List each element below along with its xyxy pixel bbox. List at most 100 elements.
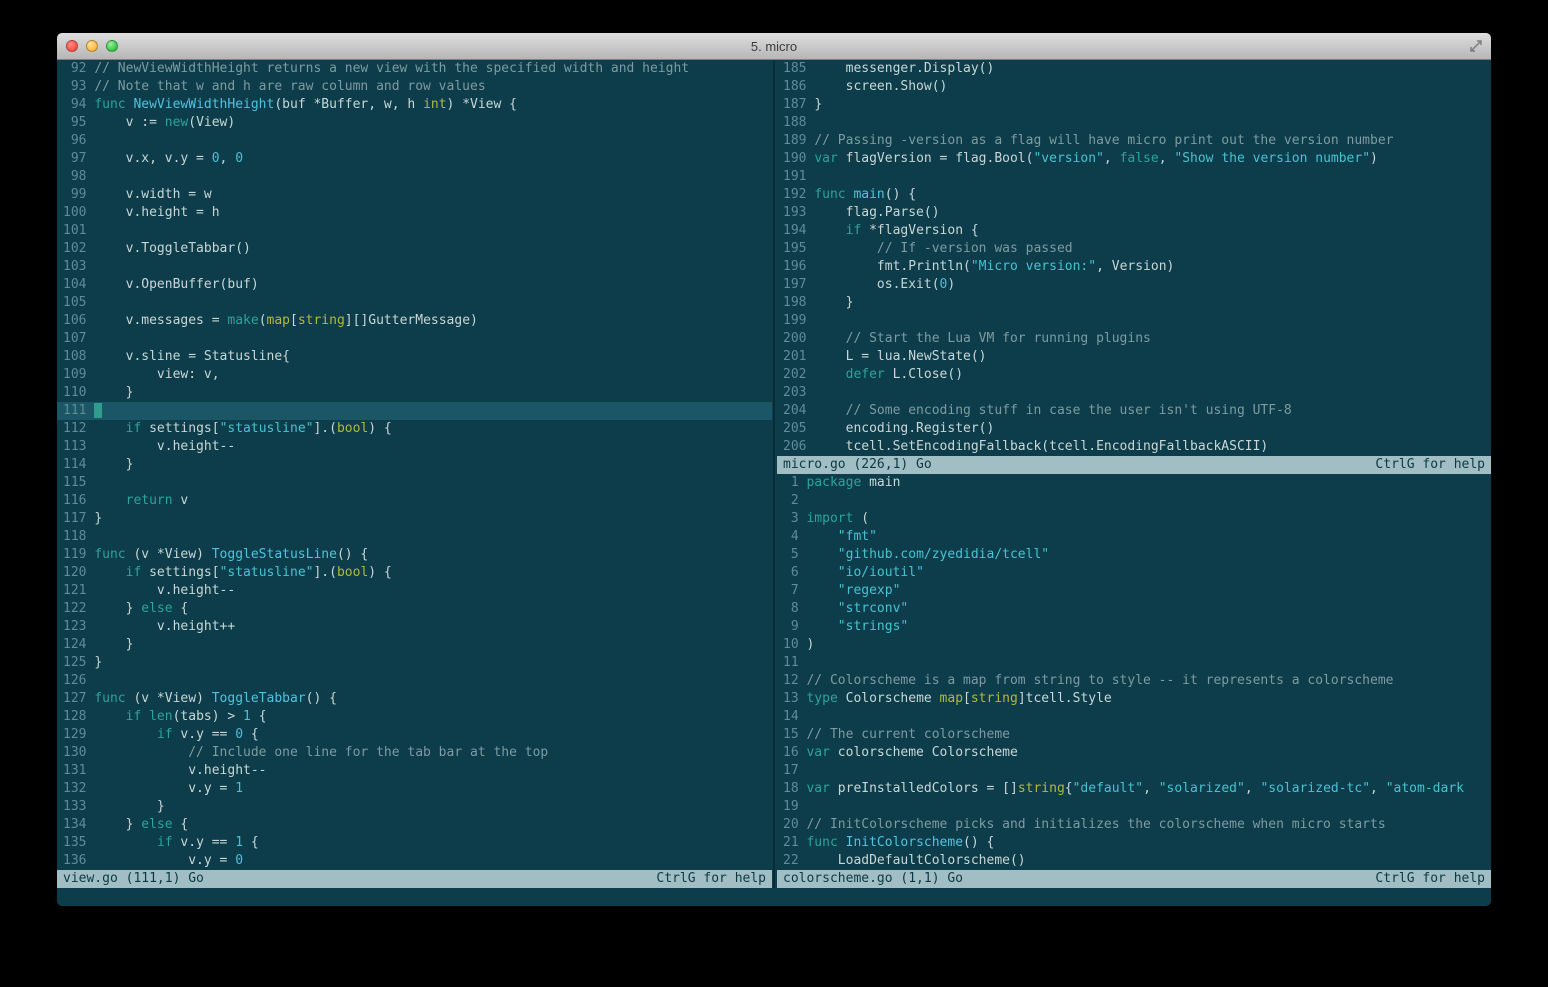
code-line[interactable]: 194 if *flagVersion { xyxy=(777,222,1491,240)
code-line[interactable]: 14 xyxy=(777,708,1491,726)
code-line[interactable]: 101 xyxy=(57,222,772,240)
close-button[interactable] xyxy=(66,40,78,52)
code-line[interactable]: 110 } xyxy=(57,384,772,402)
code-line[interactable]: 115 xyxy=(57,474,772,492)
code-line[interactable]: 96 xyxy=(57,132,772,150)
code-line[interactable]: 199 xyxy=(777,312,1491,330)
code-line[interactable]: 190 var flagVersion = flag.Bool("version… xyxy=(777,150,1491,168)
code-line[interactable]: 104 v.OpenBuffer(buf) xyxy=(57,276,772,294)
code-line[interactable]: 21 func InitColorscheme() { xyxy=(777,834,1491,852)
code-line[interactable]: 117 } xyxy=(57,510,772,528)
code-line[interactable]: 197 os.Exit(0) xyxy=(777,276,1491,294)
code-line[interactable]: 13 type Colorscheme map[string]tcell.Sty… xyxy=(777,690,1491,708)
code-line[interactable]: 92 // NewViewWidthHeight returns a new v… xyxy=(57,60,772,78)
code-line[interactable]: 103 xyxy=(57,258,772,276)
code-line[interactable]: 129 if v.y == 0 { xyxy=(57,726,772,744)
code-line[interactable]: 2 xyxy=(777,492,1491,510)
code-line[interactable]: 108 v.sline = Statusline{ xyxy=(57,348,772,366)
code-line[interactable]: 203 xyxy=(777,384,1491,402)
fullscreen-icon[interactable] xyxy=(1469,39,1483,53)
code-line[interactable]: 133 } xyxy=(57,798,772,816)
code-line[interactable]: 109 view: v, xyxy=(57,366,772,384)
code-line[interactable]: 99 v.width = w xyxy=(57,186,772,204)
code-line[interactable]: 94 func NewViewWidthHeight(buf *Buffer, … xyxy=(57,96,772,114)
code-line[interactable]: 9 "strings" xyxy=(777,618,1491,636)
editor-pane-view-go[interactable]: 92 // NewViewWidthHeight returns a new v… xyxy=(57,60,772,870)
code-line[interactable]: 100 v.height = h xyxy=(57,204,772,222)
code-line[interactable]: 130 // Include one line for the tab bar … xyxy=(57,744,772,762)
code-line[interactable]: 111 xyxy=(57,402,772,420)
code-line[interactable]: 15 // The current colorscheme xyxy=(777,726,1491,744)
code-line[interactable]: 191 xyxy=(777,168,1491,186)
code-line[interactable]: 188 xyxy=(777,114,1491,132)
code-line[interactable]: 128 if len(tabs) > 1 { xyxy=(57,708,772,726)
pane-divider[interactable] xyxy=(772,60,777,888)
code-line[interactable]: 127 func (v *View) ToggleTabbar() { xyxy=(57,690,772,708)
code-line[interactable]: 122 } else { xyxy=(57,600,772,618)
code-line[interactable]: 1 package main xyxy=(777,474,1491,492)
code-line[interactable]: 12 // Colorscheme is a map from string t… xyxy=(777,672,1491,690)
code-line[interactable]: 189 // Passing -version as a flag will h… xyxy=(777,132,1491,150)
code-line[interactable]: 120 if settings["statusline"].(bool) { xyxy=(57,564,772,582)
code-line[interactable]: 107 xyxy=(57,330,772,348)
minimize-button[interactable] xyxy=(86,40,98,52)
code-line[interactable]: 113 v.height-- xyxy=(57,438,772,456)
code-line[interactable]: 10 ) xyxy=(777,636,1491,654)
code-line[interactable]: 11 xyxy=(777,654,1491,672)
code-line[interactable]: 17 xyxy=(777,762,1491,780)
titlebar[interactable]: 5. micro xyxy=(57,33,1491,60)
code-line[interactable]: 102 v.ToggleTabbar() xyxy=(57,240,772,258)
code-line[interactable]: 204 // Some encoding stuff in case the u… xyxy=(777,402,1491,420)
code-line[interactable]: 5 "github.com/zyedidia/tcell" xyxy=(777,546,1491,564)
code-line[interactable]: 192 func main() { xyxy=(777,186,1491,204)
editor-pane-micro-go[interactable]: 185 messenger.Display()186 screen.Show()… xyxy=(777,60,1491,456)
code-line[interactable]: 131 v.height-- xyxy=(57,762,772,780)
code-line[interactable]: 201 L = lua.NewState() xyxy=(777,348,1491,366)
code-line[interactable]: 136 v.y = 0 xyxy=(57,852,772,870)
code-line[interactable]: 198 } xyxy=(777,294,1491,312)
code-line[interactable]: 205 encoding.Register() xyxy=(777,420,1491,438)
code-line[interactable]: 125 } xyxy=(57,654,772,672)
code-line[interactable]: 4 "fmt" xyxy=(777,528,1491,546)
code-line[interactable]: 95 v := new(View) xyxy=(57,114,772,132)
code-line[interactable]: 7 "regexp" xyxy=(777,582,1491,600)
code-line[interactable]: 132 v.y = 1 xyxy=(57,780,772,798)
code-line[interactable]: 16 var colorscheme Colorscheme xyxy=(777,744,1491,762)
code-line[interactable]: 112 if settings["statusline"].(bool) { xyxy=(57,420,772,438)
code-line[interactable]: 187 } xyxy=(777,96,1491,114)
code-line[interactable]: 124 } xyxy=(57,636,772,654)
code-line[interactable]: 20 // InitColorscheme picks and initiali… xyxy=(777,816,1491,834)
code-line[interactable]: 118 xyxy=(57,528,772,546)
code-line[interactable]: 135 if v.y == 1 { xyxy=(57,834,772,852)
code-line[interactable]: 196 fmt.Println("Micro version:", Versio… xyxy=(777,258,1491,276)
code-line[interactable]: 105 xyxy=(57,294,772,312)
code-line[interactable]: 195 // If -version was passed xyxy=(777,240,1491,258)
code-line[interactable]: 116 return v xyxy=(57,492,772,510)
code-line[interactable]: 200 // Start the Lua VM for running plug… xyxy=(777,330,1491,348)
code-line[interactable]: 106 v.messages = make(map[string][]Gutte… xyxy=(57,312,772,330)
code-line[interactable]: 98 xyxy=(57,168,772,186)
zoom-button[interactable] xyxy=(106,40,118,52)
code-line[interactable]: 202 defer L.Close() xyxy=(777,366,1491,384)
code-line[interactable]: 97 v.x, v.y = 0, 0 xyxy=(57,150,772,168)
code-line[interactable]: 206 tcell.SetEncodingFallback(tcell.Enco… xyxy=(777,438,1491,456)
code-line[interactable]: 6 "io/ioutil" xyxy=(777,564,1491,582)
code-line[interactable]: 93 // Note that w and h are raw column a… xyxy=(57,78,772,96)
code-line[interactable]: 18 var preInstalledColors = []string{"de… xyxy=(777,780,1491,798)
code-line[interactable]: 186 screen.Show() xyxy=(777,78,1491,96)
code-token: "strconv" xyxy=(838,601,908,616)
code-line[interactable]: 119 func (v *View) ToggleStatusLine() { xyxy=(57,546,772,564)
code-line[interactable]: 185 messenger.Display() xyxy=(777,60,1491,78)
code-line[interactable]: 193 flag.Parse() xyxy=(777,204,1491,222)
code-line[interactable]: 19 xyxy=(777,798,1491,816)
code-line[interactable]: 134 } else { xyxy=(57,816,772,834)
code-token: "github.com/zyedidia/tcell" xyxy=(838,547,1049,562)
code-line[interactable]: 3 import ( xyxy=(777,510,1491,528)
code-line[interactable]: 114 } xyxy=(57,456,772,474)
editor-pane-colorscheme-go[interactable]: 1 package main 2 3 import ( 4 "fmt" 5 "g… xyxy=(777,474,1491,870)
code-line[interactable]: 126 xyxy=(57,672,772,690)
code-line[interactable]: 123 v.height++ xyxy=(57,618,772,636)
code-line[interactable]: 22 LoadDefaultColorscheme() xyxy=(777,852,1491,870)
code-line[interactable]: 8 "strconv" xyxy=(777,600,1491,618)
code-line[interactable]: 121 v.height-- xyxy=(57,582,772,600)
